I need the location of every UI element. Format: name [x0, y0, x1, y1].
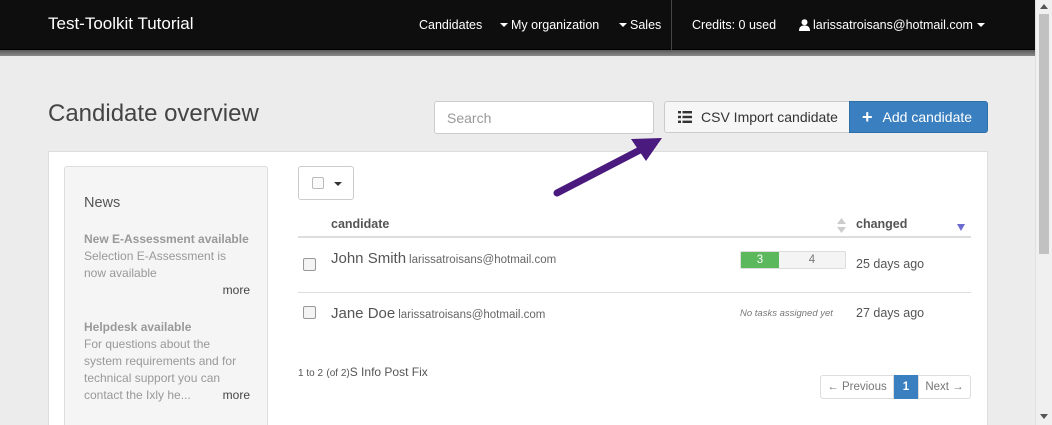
- tasks-completed: 3: [741, 252, 779, 268]
- nav-sales[interactable]: Sales: [619, 18, 661, 32]
- top-navbar: Test-Toolkit Tutorial Candidates My orga…: [0, 0, 1035, 50]
- user-icon: [799, 19, 810, 31]
- scroll-down-arrow-icon[interactable]: [1040, 414, 1048, 419]
- news-item-body: Selection E-Assessment is now available: [84, 249, 227, 280]
- sort-icon[interactable]: [837, 218, 846, 233]
- add-candidate-label: Add candidate: [882, 109, 973, 125]
- news-item: New E-Assessment available Selection E-A…: [84, 231, 250, 299]
- caret-down-icon: [619, 22, 627, 27]
- table-row-candidate[interactable]: John Smith larissatroisans@hotmail.com: [331, 250, 556, 267]
- nav-user-menu[interactable]: larissatroisans@hotmail.com: [799, 18, 985, 32]
- page-title: Candidate overview: [48, 100, 259, 127]
- news-item-title: New E-Assessment available: [84, 232, 249, 246]
- annotation-arrow-icon: [553, 138, 662, 197]
- pagination-info: 1 to 2 (of 2)S Info Post Fix: [298, 365, 428, 379]
- column-header-candidate[interactable]: candidate: [331, 217, 389, 231]
- vertical-scrollbar[interactable]: [1035, 0, 1052, 425]
- candidate-email: larissatroisans@hotmail.com: [409, 254, 557, 266]
- previous-page-button[interactable]: ← Previous: [820, 375, 894, 399]
- row-checkbox[interactable]: [303, 306, 316, 319]
- pagination-range: 1 to 2: [298, 368, 324, 379]
- sort-descending-icon[interactable]: [957, 224, 965, 231]
- pagination-suffix: S Info Post Fix: [349, 365, 428, 379]
- caret-down-icon: [976, 22, 985, 27]
- column-header-changed[interactable]: changed: [856, 217, 907, 231]
- news-item-body: For questions about the system requireme…: [84, 337, 237, 402]
- nav-candidates[interactable]: Candidates: [419, 18, 482, 32]
- csv-import-label: CSV Import candidate: [701, 109, 838, 125]
- nav-sales-label: Sales: [630, 18, 662, 32]
- caret-down-icon: [334, 182, 342, 186]
- news-item-title: Helpdesk available: [84, 320, 192, 334]
- plus-icon: +: [862, 107, 873, 127]
- tasks-total: 4: [808, 254, 816, 266]
- scroll-up-arrow-icon[interactable]: [1040, 4, 1048, 9]
- news-more-link[interactable]: more: [223, 282, 250, 299]
- current-page-button[interactable]: 1: [894, 375, 918, 399]
- news-title: News: [84, 195, 121, 211]
- csv-import-button[interactable]: CSV Import candidate: [664, 101, 850, 133]
- select-all-checkbox[interactable]: [312, 177, 324, 189]
- header-divider: [298, 236, 971, 238]
- news-more-link[interactable]: more: [223, 387, 250, 404]
- row-divider: [298, 292, 971, 293]
- task-progress-bar: 3 4: [740, 251, 846, 269]
- candidate-name[interactable]: John Smith: [331, 250, 406, 267]
- pagination-total: (of 2): [326, 368, 350, 379]
- nav-credits[interactable]: Credits: 0 used: [692, 18, 776, 32]
- row-checkbox[interactable]: [303, 258, 316, 271]
- navbar-shadow: [0, 50, 1035, 56]
- candidate-name[interactable]: Jane Doe: [331, 305, 395, 322]
- scroll-thumb[interactable]: [1039, 14, 1049, 254]
- news-item: Helpdesk available For questions about t…: [84, 319, 250, 404]
- table-row-candidate[interactable]: Jane Doe larissatroisans@hotmail.com: [331, 305, 545, 322]
- changed-date: 27 days ago: [856, 306, 925, 320]
- no-tasks-label: No tasks assigned yet: [740, 308, 833, 319]
- nav-my-organization[interactable]: My organization: [500, 18, 599, 32]
- changed-date: 25 days ago: [856, 257, 925, 271]
- brand-title[interactable]: Test-Toolkit Tutorial: [48, 14, 194, 34]
- nav-my-organization-label: My organization: [511, 18, 600, 32]
- nav-user-label: larissatroisans@hotmail.com: [813, 18, 973, 32]
- caret-down-icon: [500, 22, 508, 27]
- news-sidebar: News New E-Assessment available Selectio…: [64, 166, 268, 425]
- nav-divider: [671, 0, 672, 50]
- next-page-button[interactable]: Next →: [918, 375, 971, 399]
- add-candidate-button[interactable]: + Add candidate: [849, 101, 988, 133]
- list-icon: [678, 111, 692, 123]
- candidate-email: larissatroisans@hotmail.com: [398, 309, 546, 321]
- bulk-select-dropdown[interactable]: [298, 166, 354, 200]
